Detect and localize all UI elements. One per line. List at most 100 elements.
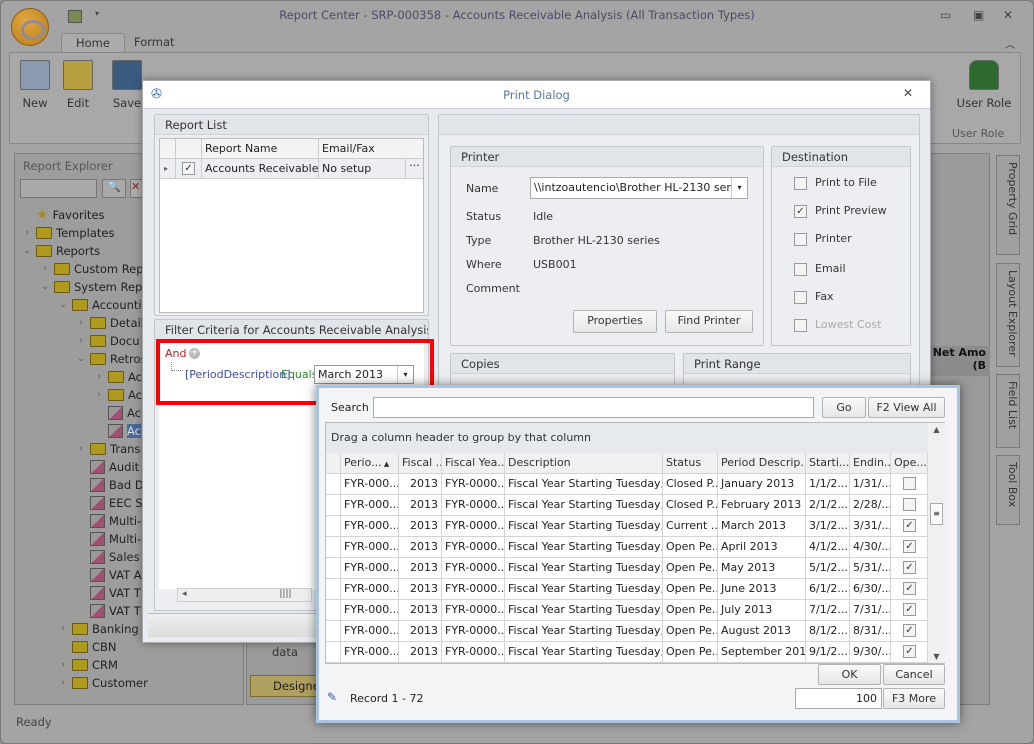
- printer-name-select[interactable]: \\intzoautencio\Brother HL-2130 seri... ▾: [530, 177, 748, 199]
- grid-cell[interactable]: FYR-000...: [341, 516, 399, 537]
- side-tab-field-list[interactable]: Field List: [996, 374, 1020, 448]
- tree-item[interactable]: › Custom Repo: [40, 260, 150, 278]
- ok-button[interactable]: OK: [818, 664, 881, 685]
- tree-item[interactable]: ⌄ Retros: [76, 350, 146, 368]
- open-checkbox[interactable]: ✓: [903, 624, 916, 637]
- grid-cell[interactable]: May 2013: [718, 558, 806, 579]
- grid-cell[interactable]: 8/31/...: [850, 621, 891, 642]
- grid-row[interactable]: FYR-000... 2013 FYR-0000... Fiscal Year Sta…: [326, 558, 928, 579]
- grid-cell[interactable]: FYR-0000...: [442, 621, 505, 642]
- grid-cell[interactable]: 1/31/...: [850, 474, 891, 495]
- grid-cell[interactable]: Open Pe...: [663, 600, 718, 621]
- grid-cell[interactable]: 4/30/...: [850, 537, 891, 558]
- grid-cell[interactable]: FYR-000...: [341, 495, 399, 516]
- chevron-right-icon[interactable]: ›: [22, 228, 32, 238]
- grid-cell[interactable]: 5/1/2...: [806, 558, 850, 579]
- tree-item[interactable]: ⌄ System Repo: [40, 278, 149, 296]
- grid-cell[interactable]: Current ...: [663, 516, 718, 537]
- tree-item[interactable]: Audit: [76, 458, 139, 476]
- grid-cell[interactable]: 2013: [399, 537, 442, 558]
- chevron-down-icon[interactable]: ⌄: [58, 300, 68, 310]
- grid-cell[interactable]: FYR-000...: [341, 579, 399, 600]
- grid-cell[interactable]: 2013: [399, 558, 442, 579]
- destination-checkbox[interactable]: [794, 263, 807, 276]
- destination-option-label[interactable]: Fax: [815, 290, 834, 303]
- grid-cell[interactable]: [891, 474, 928, 495]
- edit-button[interactable]: Edit: [55, 58, 101, 110]
- tree-item[interactable]: › CRM: [58, 656, 118, 674]
- grid-cell[interactable]: FYR-000...: [341, 621, 399, 642]
- grid-cell[interactable]: Open Pe...: [663, 579, 718, 600]
- tree-item[interactable]: ★ Favorites: [22, 206, 105, 224]
- column-header[interactable]: Starti...: [806, 453, 850, 474]
- grid-cell[interactable]: 2013: [399, 474, 442, 495]
- grid-cell[interactable]: ✓: [891, 558, 928, 579]
- chevron-right-icon[interactable]: ›: [40, 264, 50, 274]
- tree-item[interactable]: › Docu: [76, 332, 139, 350]
- destination-checkbox[interactable]: ✓: [794, 205, 807, 218]
- tab-home[interactable]: Home: [61, 33, 125, 53]
- grid-cell[interactable]: Fiscal Year Starting Tuesday, ...: [505, 600, 663, 621]
- properties-button[interactable]: Properties: [573, 310, 657, 333]
- grid-row[interactable]: FYR-000... 2013 FYR-0000... Fiscal Year Sta…: [326, 642, 928, 663]
- close-window-button[interactable]: ✕: [1003, 8, 1013, 22]
- scroll-up-icon[interactable]: ▲: [928, 425, 945, 434]
- report-row[interactable]: ▸ ✓ Accounts Receivable ... No setup ···: [160, 159, 423, 179]
- grid-cell[interactable]: ✓: [891, 642, 928, 663]
- maximize-button[interactable]: ▣: [973, 8, 984, 22]
- grid-cell[interactable]: FYR-000...: [341, 642, 399, 663]
- tree-item[interactable]: › Trans: [76, 440, 140, 458]
- column-header[interactable]: Fiscal Yea...: [442, 453, 505, 474]
- grid-cell[interactable]: 9/1/2...: [806, 642, 850, 663]
- column-email-fax[interactable]: Email/Fax: [319, 139, 423, 158]
- destination-option-label[interactable]: Print Preview: [815, 204, 887, 217]
- column-header[interactable]: Perio... ▲: [341, 453, 399, 474]
- search-icon[interactable]: 🔍: [102, 179, 126, 198]
- destination-option-label[interactable]: Email: [815, 262, 846, 275]
- grid-cell[interactable]: February 2013: [718, 495, 806, 516]
- grid-cell[interactable]: 8/1/2...: [806, 621, 850, 642]
- chevron-right-icon[interactable]: ›: [58, 678, 68, 688]
- grid-cell[interactable]: FYR-0000...: [442, 516, 505, 537]
- more-button[interactable]: F3 More: [883, 688, 945, 709]
- grid-cell[interactable]: FYR-0000...: [442, 558, 505, 579]
- chevron-down-icon[interactable]: ⌄: [22, 246, 32, 256]
- chevron-down-icon[interactable]: ⌄: [40, 282, 50, 292]
- chevron-down-icon[interactable]: ⌄: [76, 354, 86, 364]
- grid-cell[interactable]: 2013: [399, 495, 442, 516]
- tree-item[interactable]: CBN: [58, 638, 117, 656]
- grid-cell[interactable]: April 2013: [718, 537, 806, 558]
- grid-cell[interactable]: FYR-0000...: [442, 537, 505, 558]
- grid-cell[interactable]: August 2013: [718, 621, 806, 642]
- grid-cell[interactable]: ✓: [891, 621, 928, 642]
- grid-cell[interactable]: Open Pe...: [663, 642, 718, 663]
- grid-cell[interactable]: January 2013: [718, 474, 806, 495]
- grid-cell[interactable]: 7/31/...: [850, 600, 891, 621]
- grid-cell[interactable]: FYR-000...: [341, 558, 399, 579]
- grid-cell[interactable]: Fiscal Year Starting Tuesday, ...: [505, 642, 663, 663]
- open-checkbox[interactable]: ✓: [903, 582, 916, 595]
- grid-cell[interactable]: 4/1/2...: [806, 537, 850, 558]
- column-report-name[interactable]: Report Name: [202, 139, 319, 158]
- grid-cell[interactable]: [891, 495, 928, 516]
- filter-horizontal-scrollbar[interactable]: ◂ ||||: [177, 588, 312, 602]
- open-checkbox[interactable]: ✓: [903, 519, 916, 532]
- explorer-search-input[interactable]: [20, 179, 97, 198]
- minimize-button[interactable]: ▭: [940, 8, 951, 22]
- collapse-ribbon-icon[interactable]: ︿: [1005, 36, 1015, 51]
- tree-item[interactable]: Sales: [76, 548, 140, 566]
- grid-cell[interactable]: FYR-000...: [341, 537, 399, 558]
- email-setup-button[interactable]: ···: [405, 159, 423, 178]
- tree-item[interactable]: Multi-: [76, 530, 141, 548]
- grid-cell[interactable]: Fiscal Year Starting Tuesday, ...: [505, 579, 663, 600]
- grid-cell[interactable]: 6/30/...: [850, 579, 891, 600]
- grid-row[interactable]: FYR-000... 2013 FYR-0000... Fiscal Year Sta…: [326, 495, 928, 516]
- column-header[interactable]: Status: [663, 453, 718, 474]
- scroll-thumb[interactable]: ≡: [930, 503, 943, 525]
- grid-row[interactable]: FYR-000... 2013 FYR-0000... Fiscal Year Sta…: [326, 474, 928, 495]
- grid-cell[interactable]: FYR-0000...: [442, 474, 505, 495]
- go-button[interactable]: Go: [822, 397, 866, 418]
- chevron-right-icon[interactable]: ›: [76, 444, 86, 454]
- tree-item[interactable]: VAT T: [76, 584, 141, 602]
- tree-item[interactable]: Bad D: [76, 476, 144, 494]
